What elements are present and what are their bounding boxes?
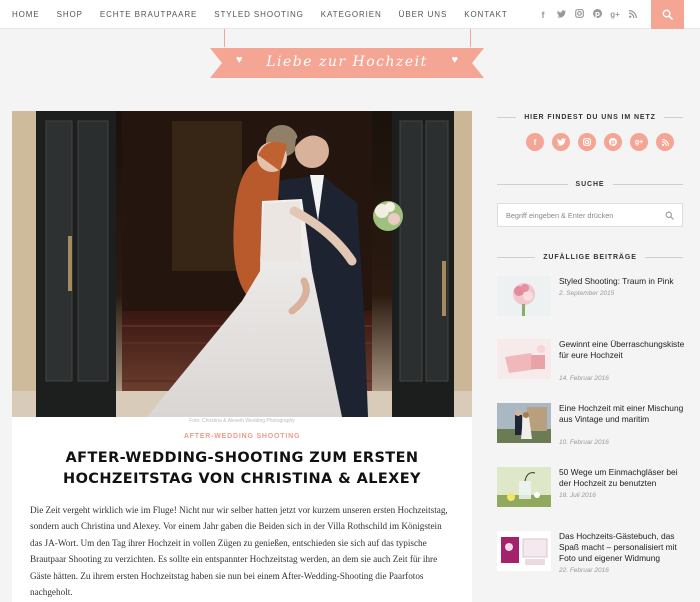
googleplus-icon[interactable]: g+ [610,10,620,19]
heading-divider [497,116,517,118]
post-thumbnail[interactable] [497,339,551,379]
random-post-item[interactable]: Das Hochzeits-Gästebuch, das Spaß macht … [497,531,687,574]
rss-icon[interactable] [656,133,674,151]
svg-text:p: p [611,138,616,146]
sidebar-heading-random-posts: ZUFÄLLIGE BEITRÄGE [497,251,683,263]
top-navigation-bar: HOME SHOP ECHTE BRAUTPAARE STYLED SHOOTI… [0,0,700,29]
photo-credit: Foto: Christina & Alexeih Wedding Photog… [189,418,295,424]
heading-divider [612,183,684,185]
nav-echte-brautpaare[interactable]: ECHTE BRAUTPAARE [100,10,197,19]
post-thumbnail[interactable] [497,467,551,507]
random-post-date: 22. Februar 2016 [559,567,609,574]
instagram-icon[interactable] [574,9,584,20]
sidebar-heading-search: SUCHE [497,178,684,190]
post-hero-image[interactable] [12,111,472,417]
post-thumbnail[interactable] [497,531,551,571]
sidebar-social-links: f p g+ [526,133,682,151]
nav-shop[interactable]: SHOP [57,10,83,19]
site-logo[interactable]: ♥ Liebe zur Hochzeit ♥ [210,46,484,78]
twitter-icon[interactable] [556,9,566,20]
heading-divider [644,256,683,258]
main-menu: HOME SHOP ECHTE BRAUTPAARE STYLED SHOOTI… [12,0,525,29]
twitter-icon[interactable] [552,133,570,151]
instagram-icon[interactable] [578,133,596,151]
random-post-item[interactable]: 50 Wege um Einmachgläser bei der Hochzei… [497,467,687,509]
nav-home[interactable]: HOME [12,10,40,19]
facebook-icon[interactable]: f [538,10,548,20]
sidebar-search-box [497,203,683,227]
random-post-title[interactable]: Gewinnt eine Überraschungskiste für eure… [559,339,685,361]
heart-icon: ♥ [451,54,458,66]
post-excerpt: Die Zeit vergeht wirklich wie im Fluge! … [30,505,448,598]
heading-divider [663,116,684,118]
facebook-icon[interactable]: f [526,133,544,151]
search-icon[interactable] [665,211,674,220]
random-post-date: 14. Februar 2016 [559,375,609,382]
pinterest-icon[interactable]: p [604,133,622,151]
pinterest-icon[interactable]: p [592,9,602,20]
random-posts-heading: ZUFÄLLIGE BEITRÄGE [543,253,637,261]
random-post-date: 2. September 2015 [559,290,615,297]
nav-kategorien[interactable]: KATEGORIEN [321,10,382,19]
random-post-title[interactable]: 50 Wege um Einmachgläser bei der Hochzei… [559,467,685,489]
random-post-title[interactable]: Styled Shooting: Traum in Pink [559,276,685,287]
post-thumbnail[interactable] [497,403,551,443]
post-category[interactable]: AFTER-WEDDING SHOOTING [12,433,472,440]
heading-divider [497,183,568,185]
nav-styled-shooting[interactable]: STYLED SHOOTING [214,10,304,19]
nav-kontakt[interactable]: KONTAKT [464,10,508,19]
random-post-item[interactable]: Styled Shooting: Traum in Pink 2. Septem… [497,276,687,318]
svg-text:p: p [594,9,599,18]
banner-string-left [224,29,225,47]
logo-text: Liebe zur Hochzeit [266,54,428,70]
search-icon [662,9,673,20]
googleplus-icon[interactable]: g+ [630,133,648,151]
header-search-button[interactable] [651,0,684,29]
social-heading: HIER FINDEST DU UNS IM NETZ [524,113,656,121]
featured-post: Foto: Christina & Alexeih Wedding Photog… [12,111,472,602]
post-title[interactable]: After-Wedding-Shooting zum ersten Hochze… [30,448,454,490]
random-post-date: 10. Februar 2016 [559,439,609,446]
rss-icon[interactable] [628,9,638,20]
banner-string-right [470,29,471,47]
random-post-title[interactable]: Eine Hochzeit mit einer Mischung aus Vin… [559,403,685,425]
search-heading: SUCHE [575,180,605,188]
random-post-title[interactable]: Das Hochzeits-Gästebuch, das Spaß macht … [559,531,685,564]
random-post-date: 18. Juli 2016 [559,492,596,499]
sidebar-heading-social: HIER FINDEST DU UNS IM NETZ [497,111,684,123]
heading-divider [497,256,536,258]
random-post-item[interactable]: Eine Hochzeit mit einer Mischung aus Vin… [497,403,687,446]
random-post-item[interactable]: Gewinnt eine Überraschungskiste für eure… [497,339,687,382]
post-thumbnail[interactable] [497,276,551,316]
search-input[interactable] [506,209,656,222]
header-social-links: f p g+ [530,0,638,29]
nav-ueber-uns[interactable]: ÜBER UNS [399,10,448,19]
